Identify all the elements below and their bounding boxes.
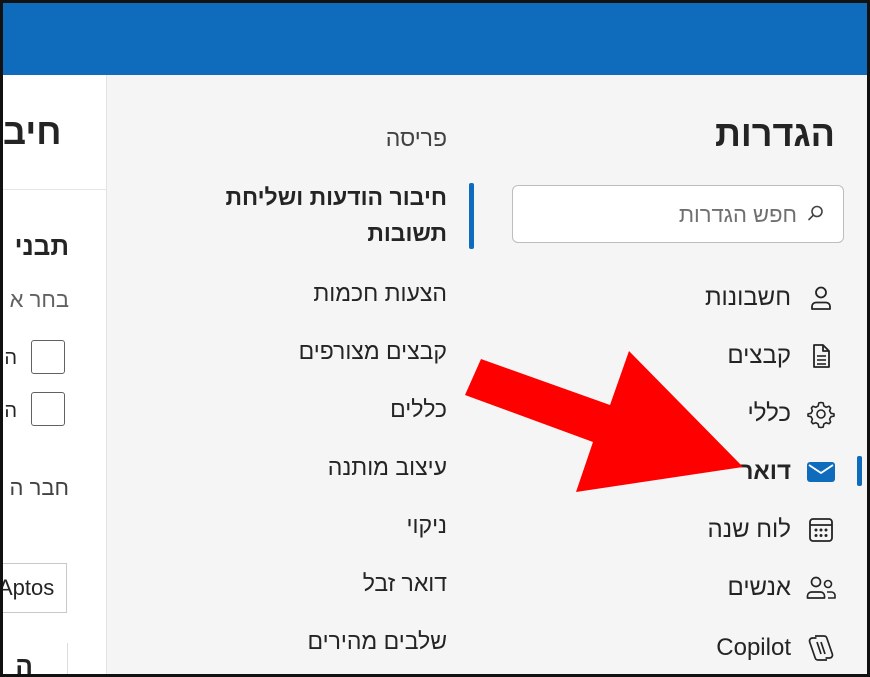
option-checkbox-1[interactable]	[31, 340, 65, 374]
font-select[interactable]: Aptos	[0, 563, 67, 613]
templates-heading: תבני	[14, 231, 69, 261]
settings-search-input[interactable]	[545, 186, 799, 243]
settings-search[interactable]	[512, 185, 844, 243]
nav-item-label: לוח שנה	[707, 516, 791, 543]
compose-description: חבר ה	[9, 475, 69, 500]
checkbox-label: ה	[4, 400, 17, 422]
nav-active-indicator	[857, 456, 862, 486]
subnav-item-compose-reply[interactable]: חיבור הודעות ושליחת תשובות	[187, 179, 447, 251]
people-icon	[805, 572, 837, 604]
subnav-item-attachments[interactable]: קבצים מצורפים	[117, 338, 447, 365]
font-select-value: Aptos	[0, 575, 55, 600]
nav-item-label: כללי	[747, 400, 791, 427]
nav-item-calendar[interactable]: לוח שנה	[657, 510, 837, 550]
nav-item-label: קבצים	[727, 342, 791, 369]
settings-title: הגדרות	[715, 113, 835, 154]
nav-item-label: Copilot	[716, 634, 791, 661]
nav-item-copilot[interactable]: Copilot	[657, 628, 837, 668]
gear-icon	[805, 398, 837, 430]
app-header-bar	[3, 3, 867, 75]
subnav-item-conditional-formatting[interactable]: עיצוב מותנה	[117, 454, 447, 481]
option-checkbox-2[interactable]	[31, 392, 65, 426]
app-window: חיב תבני בחר א ה ה חבר ה Aptos ה פריסה ח…	[0, 0, 870, 677]
subnav-item-layout[interactable]: פריסה	[117, 125, 447, 152]
nav-item-mail[interactable]: דואר	[657, 452, 837, 492]
document-icon	[805, 340, 837, 372]
nav-item-accounts[interactable]: חשבונות	[657, 278, 837, 318]
subnav-item-sweep[interactable]: ניקוי	[117, 512, 447, 539]
search-icon	[808, 205, 823, 221]
nav-item-files[interactable]: קבצים	[657, 336, 837, 376]
subnav-item-junk-mail[interactable]: דואר זבל	[117, 570, 447, 597]
nav-item-label: אנשים	[727, 574, 791, 601]
content-title: חיב	[3, 111, 62, 152]
copilot-icon	[805, 632, 837, 664]
nav-item-label: דואר	[739, 458, 791, 485]
section-heading: ה	[15, 651, 33, 677]
subnav-item-quick-steps[interactable]: שלבים מהירים	[117, 628, 447, 655]
toolbar-divider	[67, 643, 68, 674]
subnav-item-rules[interactable]: כללים	[117, 396, 447, 423]
mail-icon	[805, 456, 837, 488]
nav-item-label: חשבונות	[704, 284, 791, 311]
templates-description: בחר א	[9, 287, 69, 312]
nav-item-people[interactable]: אנשים	[657, 568, 837, 608]
checkbox-label: ה	[4, 347, 17, 369]
person-icon	[805, 282, 837, 314]
nav-item-general[interactable]: כללי	[657, 394, 837, 434]
subnav-active-indicator	[469, 183, 474, 249]
subnav-item-smart-suggestions[interactable]: הצעות חכמות	[117, 280, 447, 307]
calendar-icon	[805, 514, 837, 546]
content-divider	[3, 189, 106, 190]
